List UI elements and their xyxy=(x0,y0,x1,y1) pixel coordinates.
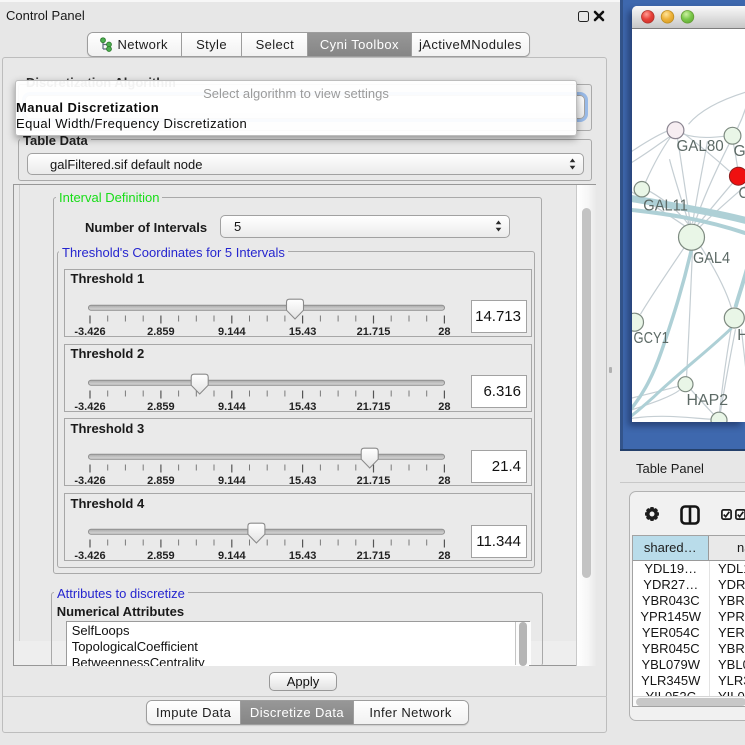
svg-text:GAL3: GAL3 xyxy=(733,143,745,160)
svg-text:2.859: 2.859 xyxy=(147,326,175,337)
svg-text:2.859: 2.859 xyxy=(147,475,175,486)
svg-text:GAL11: GAL11 xyxy=(643,197,688,214)
svg-text:21.715: 21.715 xyxy=(356,326,390,337)
svg-text:9.144: 9.144 xyxy=(218,401,246,412)
svg-text:28: 28 xyxy=(438,475,450,486)
svg-text:15.43: 15.43 xyxy=(288,475,316,486)
svg-text:GAL80: GAL80 xyxy=(676,138,724,155)
svg-text:21.715: 21.715 xyxy=(356,475,390,486)
svg-text:GAL4: GAL4 xyxy=(693,250,730,267)
svg-text:-3.426: -3.426 xyxy=(74,401,105,412)
svg-text:2.859: 2.859 xyxy=(147,550,175,561)
svg-text:15.43: 15.43 xyxy=(288,550,316,561)
svg-text:-3.426: -3.426 xyxy=(74,475,105,486)
svg-text:HAP2: HAP2 xyxy=(686,392,728,409)
svg-text:9.144: 9.144 xyxy=(218,326,246,337)
svg-text:-3.426: -3.426 xyxy=(74,550,105,561)
svg-text:-3.426: -3.426 xyxy=(74,326,105,337)
svg-text:28: 28 xyxy=(438,550,450,561)
svg-text:15.43: 15.43 xyxy=(288,401,316,412)
svg-text:2.859: 2.859 xyxy=(147,401,175,412)
svg-text:21.715: 21.715 xyxy=(356,550,390,561)
svg-text:HIS4: HIS4 xyxy=(737,327,745,344)
svg-text:9.144: 9.144 xyxy=(218,550,246,561)
svg-text:15.43: 15.43 xyxy=(288,326,316,337)
svg-text:21.715: 21.715 xyxy=(356,401,390,412)
svg-text:28: 28 xyxy=(438,401,450,412)
svg-text:CDC2: CDC2 xyxy=(738,185,745,202)
svg-text:9.144: 9.144 xyxy=(218,475,246,486)
svg-text:GCY1: GCY1 xyxy=(633,330,668,347)
svg-text:28: 28 xyxy=(438,326,450,337)
